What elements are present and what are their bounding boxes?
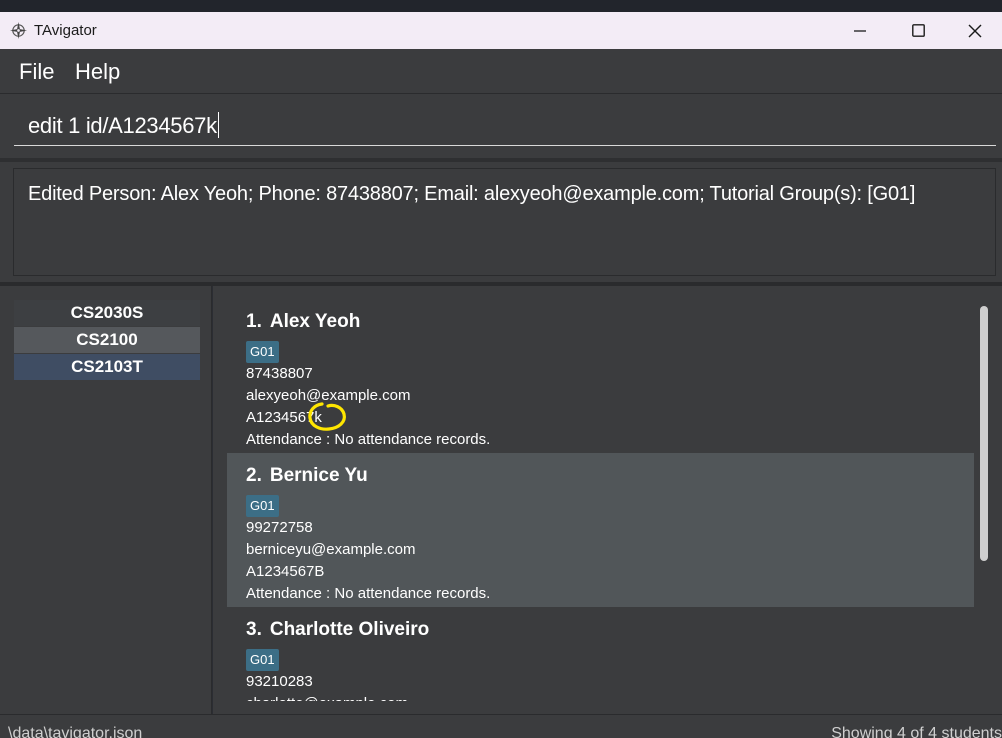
student-id: A1234567k [246,409,322,426]
tutorial-group-list: CS2030S CS2100 CS2103T [14,300,200,381]
menu-file[interactable]: File [19,59,54,85]
student-name-row: 1. Alex Yeoh [246,311,955,337]
result-display: Edited Person: Alex Yeoh; Phone: 8743880… [0,162,1002,282]
student-name: Charlotte Oliveiro [269,619,430,640]
desktop-background [0,0,1002,12]
compass-app-icon [9,21,28,40]
student-index: 1. [246,311,262,332]
tutorial-tag: G01 [246,495,279,517]
student-name: Bernice Yu [269,465,368,486]
menu-help[interactable]: Help [75,59,120,85]
student-card[interactable]: 1. Alex Yeoh G01 87438807 alexyeoh@exampl… [227,299,974,453]
student-attendance: Attendance : No attendance records. [246,585,491,602]
student-name-row: 2. Bernice Yu [246,465,955,491]
close-button[interactable] [946,12,1002,49]
status-bar: \data\tavigator.json Showing 4 of 4 stud… [0,714,1002,738]
student-attendance: Attendance : No attendance records. [246,431,491,448]
student-phone: 93210283 [246,673,313,690]
close-icon [968,24,982,37]
command-box: edit 1 id/A1234567k [0,94,1002,158]
student-email: berniceyu@example.com [246,541,416,558]
result-message: Edited Person: Alex Yeoh; Phone: 8743880… [28,183,916,205]
student-email: charlotte@example.com [246,693,955,701]
student-name: Alex Yeoh [269,311,361,332]
tutorial-tag: G01 [246,341,279,363]
student-name-row: 3. Charlotte Oliveiro [246,619,955,645]
student-list[interactable]: 1. Alex Yeoh G01 87438807 alexyeoh@exampl… [227,299,974,701]
student-card[interactable]: 3. Charlotte Oliveiro G01 93210283 charlo… [227,607,974,701]
student-phone: 99272758 [246,519,313,536]
text-caret [217,112,219,138]
title-bar[interactable]: TAvigator [0,12,1002,49]
student-index: 2. [246,465,262,486]
menu-bar: File Help [0,49,1002,94]
tutorial-group-panel: CS2030S CS2100 CS2103T [0,286,212,714]
student-id: A1234567B [246,563,325,580]
tutorial-tag: G01 [246,649,279,671]
student-phone: 87438807 [246,365,313,382]
window-title: TAvigator [34,22,97,39]
result-text-area[interactable]: Edited Person: Alex Yeoh; Phone: 8743880… [13,168,996,276]
group-item-cs2100[interactable]: CS2100 [14,327,200,353]
group-item-cs2103t[interactable]: CS2103T [14,354,200,380]
maximize-icon [911,24,925,37]
minimize-icon [854,29,866,32]
maximize-button[interactable] [889,12,947,49]
student-list-panel: 1. Alex Yeoh G01 87438807 alexyeoh@exampl… [213,286,1002,714]
scrollbar-thumb[interactable] [980,306,988,561]
command-text: edit 1 id/A1234567k [28,113,217,138]
student-card[interactable]: 2. Bernice Yu G01 99272758 berniceyu@exam… [227,453,974,607]
save-file-path: \data\tavigator.json [8,725,143,738]
student-index: 3. [246,619,262,640]
minimize-button[interactable] [831,12,889,49]
group-item-cs2030s[interactable]: CS2030S [14,300,200,326]
student-email: alexyeoh@example.com [246,387,411,404]
list-scrollbar[interactable] [977,304,991,702]
student-count-status: Showing 4 of 4 students [831,725,1002,738]
command-input[interactable]: edit 1 id/A1234567k [14,104,996,146]
